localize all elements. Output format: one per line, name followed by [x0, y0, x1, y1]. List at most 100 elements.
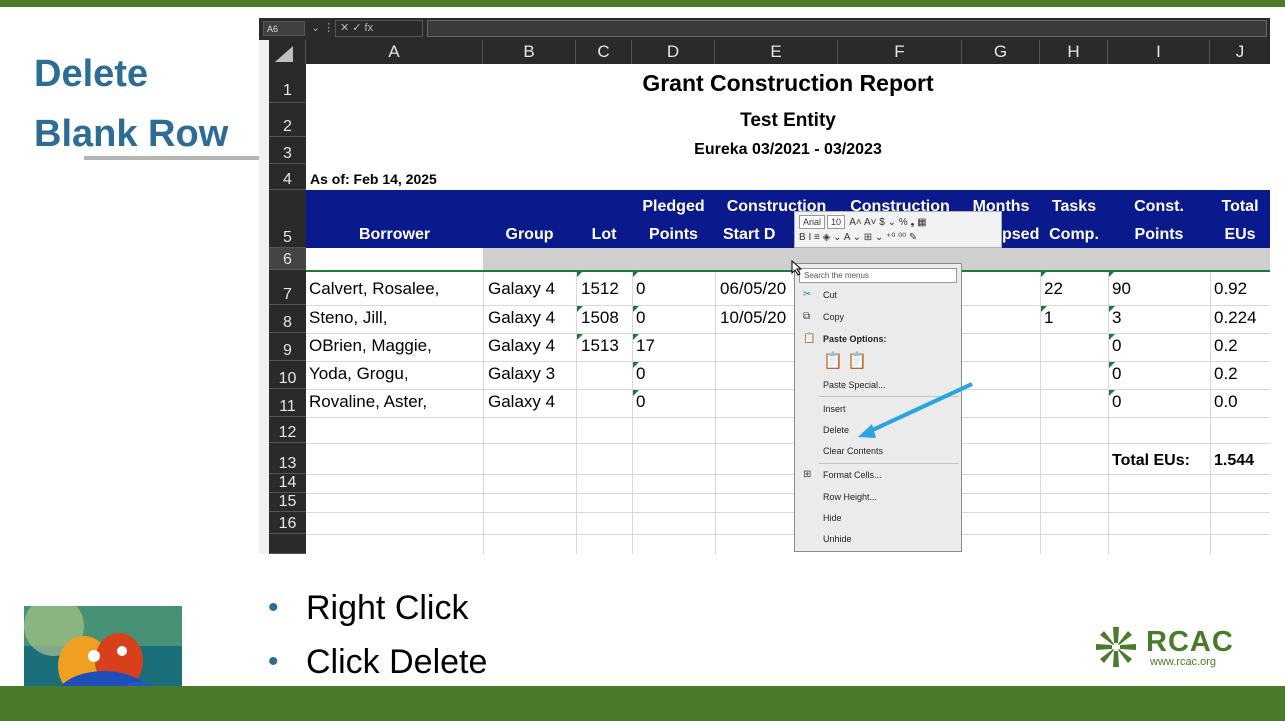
col-header-I[interactable]: I — [1108, 40, 1210, 64]
menu-item-row-height[interactable]: Row Height... — [823, 490, 877, 504]
formula-fx-buttons[interactable]: ✕ ✓ fx — [335, 20, 423, 37]
row-header-2[interactable]: 2 — [269, 103, 306, 137]
cell-A11[interactable]: Rovaline, Aster, — [309, 390, 427, 414]
menu-paste-options-label: Paste Options: — [823, 334, 887, 344]
row-header-12[interactable]: 12 — [269, 417, 306, 443]
cell-J7[interactable]: 0.92 — [1214, 277, 1247, 301]
col-header-A[interactable]: A — [306, 40, 483, 64]
row-header-16[interactable]: 16 — [269, 512, 306, 534]
top-accent-bar — [0, 0, 1285, 7]
cell-J8[interactable]: 0.224 — [1214, 306, 1257, 330]
cell-I8[interactable]: 3 — [1112, 306, 1121, 330]
report-entity: Test Entity — [740, 110, 836, 131]
report-period: Eureka 03/2021 - 03/2023 — [694, 141, 882, 158]
formula-input[interactable] — [427, 20, 1267, 37]
cell-J9[interactable]: 0.2 — [1214, 334, 1238, 358]
cell-A8[interactable]: Steno, Jill, — [309, 306, 387, 330]
col-header-D[interactable]: D — [632, 40, 715, 64]
cell-B7[interactable]: Galaxy 4 — [488, 277, 555, 301]
menu-item-insert[interactable]: Insert — [823, 402, 846, 416]
mini-toolbar-tools-row2[interactable]: B I ≡ ◈ ⌄ A ⌄ ⊞ ⌄ ⁺⁰ ⁰⁰ ✎ — [799, 232, 917, 243]
cell-I7[interactable]: 90 — [1112, 277, 1131, 301]
cell-D9[interactable]: 17 — [636, 334, 655, 358]
cell-B11[interactable]: Galaxy 4 — [488, 390, 555, 414]
active-cell-A6[interactable] — [306, 248, 483, 270]
col-header-G[interactable]: G — [962, 40, 1040, 64]
col-header-B[interactable]: B — [483, 40, 576, 64]
bottom-accent-bar — [0, 686, 1285, 721]
row-header-6[interactable]: 6 — [269, 248, 306, 270]
namebox-dropdown-icon[interactable]: ⌄ ⋮ — [311, 20, 334, 37]
total-eus-label: Total EUs: — [1112, 452, 1190, 469]
hdr-comp: Comp. — [1049, 226, 1099, 243]
cell-B8[interactable]: Galaxy 4 — [488, 306, 555, 330]
col-header-H[interactable]: H — [1040, 40, 1108, 64]
cell-H8[interactable]: 1 — [1044, 306, 1053, 330]
col-header-C[interactable]: C — [576, 40, 632, 64]
cell-J11[interactable]: 0.0 — [1214, 390, 1238, 414]
cell-C7[interactable]: 1512 — [581, 277, 619, 301]
row-header-8[interactable]: 8 — [269, 305, 306, 333]
grid-line — [1040, 270, 1041, 554]
grid-line — [632, 270, 633, 554]
cell-J10[interactable]: 0.2 — [1214, 362, 1238, 386]
cell-D7[interactable]: 0 — [636, 277, 645, 301]
font-name-box[interactable]: Arial — [799, 215, 826, 229]
cell-A9[interactable]: OBrien, Maggie, — [309, 334, 432, 358]
row-header-3[interactable]: 3 — [269, 137, 306, 164]
grid-line — [306, 443, 1270, 444]
row-header-4[interactable]: 4 — [269, 164, 306, 190]
row-header-1[interactable]: 1 — [269, 64, 306, 103]
col-header-J[interactable]: J — [1210, 40, 1270, 64]
paste-option-icons[interactable]: 📋 📋 — [823, 352, 867, 372]
scissors-icon: ✂ — [803, 289, 812, 300]
grid-line — [306, 389, 1270, 390]
row-header-17-partial — [269, 534, 306, 554]
hdr-months-elapsed: psed — [1002, 226, 1040, 243]
menu-item-cut[interactable]: Cut — [823, 288, 837, 302]
cell-I9[interactable]: 0 — [1112, 334, 1121, 358]
cell-D8[interactable]: 0 — [636, 306, 645, 330]
row-header-10[interactable]: 10 — [269, 361, 306, 389]
menu-item-format-cells[interactable]: Format Cells... — [823, 468, 882, 482]
cell-B10[interactable]: Galaxy 3 — [488, 362, 555, 386]
cell-D10[interactable]: 0 — [636, 362, 645, 386]
selected-row-6[interactable] — [306, 248, 1270, 270]
col-header-E[interactable]: E — [715, 40, 838, 64]
bullet-right-click: Right Click — [268, 581, 487, 635]
row-header-15[interactable]: 15 — [269, 493, 306, 512]
menu-item-copy[interactable]: Copy — [823, 310, 844, 324]
cell-I11[interactable]: 0 — [1112, 390, 1121, 414]
cell-A10[interactable]: Yoda, Grogu, — [309, 362, 409, 386]
name-box[interactable]: A6 — [263, 21, 305, 36]
font-size-box[interactable]: 10 — [827, 215, 846, 229]
row-header-9[interactable]: 9 — [269, 333, 306, 361]
row-header-13[interactable]: 13 — [269, 443, 306, 474]
col-header-F[interactable]: F — [838, 40, 962, 64]
cell-D11[interactable]: 0 — [636, 390, 645, 414]
grid-line — [306, 333, 1270, 334]
menu-item-hide[interactable]: Hide — [823, 511, 842, 525]
menu-search-input[interactable]: Search the menus — [799, 268, 957, 283]
menu-item-delete[interactable]: Delete — [823, 423, 849, 437]
cell-E7[interactable]: 06/05/20 — [720, 277, 786, 301]
menu-item-clear-contents[interactable]: Clear Contents — [823, 444, 883, 458]
menu-item-unhide[interactable]: Unhide — [823, 532, 852, 546]
cell-E8[interactable]: 10/05/20 — [720, 306, 786, 330]
instruction-list: Right Click Click Delete — [268, 581, 487, 689]
cell-C9[interactable]: 1513 — [581, 334, 619, 358]
row-header-14[interactable]: 14 — [269, 474, 306, 493]
cell-H7[interactable]: 22 — [1044, 277, 1063, 301]
cell-I10[interactable]: 0 — [1112, 362, 1121, 386]
slide-title-line1: Delete — [34, 53, 149, 95]
logo-url: www.rcac.org — [1150, 656, 1217, 668]
row-header-5[interactable]: 5 — [269, 190, 306, 248]
row-header-11[interactable]: 11 — [269, 389, 306, 417]
cell-A7[interactable]: Calvert, Rosalee, — [309, 277, 439, 301]
cell-B9[interactable]: Galaxy 4 — [488, 334, 555, 358]
cell-C8[interactable]: 1508 — [581, 306, 619, 330]
mini-toolbar-tools-row1[interactable]: A˄ A˅ $ ⌄ % ❟ ▦ — [849, 217, 926, 228]
menu-item-paste-special[interactable]: Paste Special... — [823, 378, 886, 392]
grid-line — [483, 270, 484, 554]
row-header-7[interactable]: 7 — [269, 270, 306, 305]
